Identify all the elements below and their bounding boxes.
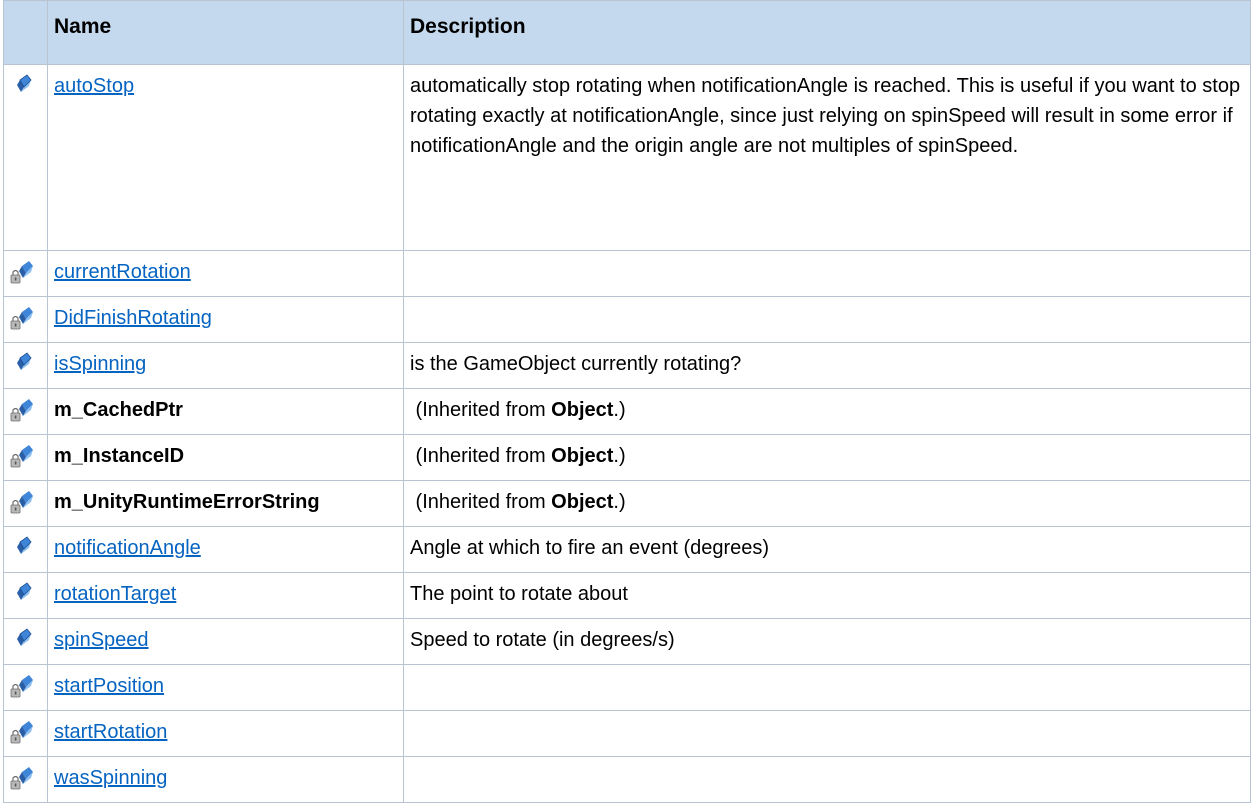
table-row: currentRotation bbox=[3, 250, 1251, 297]
public-field-icon bbox=[8, 533, 44, 563]
members-table: Name Description autoStop automatically s… bbox=[3, 0, 1251, 803]
description-text: The point to rotate about bbox=[410, 583, 628, 605]
inherited-from-class: Object bbox=[551, 399, 614, 421]
description-cell: is the GameObject currently rotating? bbox=[403, 342, 1251, 389]
icon-cell bbox=[3, 250, 48, 297]
name-cell: spinSpeed bbox=[47, 618, 404, 665]
inherited-suffix: .) bbox=[613, 491, 626, 513]
icon-cell bbox=[3, 342, 48, 389]
inherited-suffix: .) bbox=[613, 445, 626, 467]
table-row: startPosition bbox=[3, 664, 1251, 711]
description-cell bbox=[403, 756, 1251, 803]
name-cell: m_CachedPtr bbox=[47, 388, 404, 435]
name-cell: currentRotation bbox=[47, 250, 404, 297]
public-field-icon bbox=[8, 71, 44, 101]
table-row: autoStop automatically stop rotating when… bbox=[3, 64, 1251, 251]
description-text: is the GameObject currently rotating? bbox=[410, 353, 742, 375]
member-link-spinSpeed[interactable]: spinSpeed bbox=[54, 629, 149, 651]
description-cell: (Inherited from Object.) bbox=[403, 480, 1251, 527]
inherited-from-class: Object bbox=[551, 445, 614, 467]
member-link-isSpinning[interactable]: isSpinning bbox=[54, 353, 146, 375]
description-cell bbox=[403, 296, 1251, 343]
name-cell: DidFinishRotating bbox=[47, 296, 404, 343]
icon-cell bbox=[3, 526, 48, 573]
icon-cell bbox=[3, 756, 48, 803]
description-cell: Speed to rotate (in degrees/s) bbox=[403, 618, 1251, 665]
table-row: spinSpeed Speed to rotate (in degrees/s) bbox=[3, 618, 1251, 665]
icon-cell bbox=[3, 296, 48, 343]
table-row: rotationTarget The point to rotate about bbox=[3, 572, 1251, 619]
table-row: m_InstanceID (Inherited from Object.) bbox=[3, 434, 1251, 481]
member-name-m_InstanceID: m_InstanceID bbox=[54, 445, 185, 467]
protected-field-icon bbox=[8, 395, 44, 425]
description-cell bbox=[403, 710, 1251, 757]
member-name-m_UnityRuntimeErrorString: m_UnityRuntimeErrorString bbox=[54, 491, 320, 513]
public-field-icon bbox=[8, 579, 44, 609]
public-field-icon bbox=[8, 625, 44, 655]
protected-field-icon bbox=[8, 717, 44, 747]
name-cell: isSpinning bbox=[47, 342, 404, 389]
description-column-header: Description bbox=[403, 0, 1251, 65]
name-cell: autoStop bbox=[47, 64, 404, 251]
icon-cell bbox=[3, 64, 48, 251]
inherited-prefix: (Inherited from bbox=[410, 491, 552, 513]
description-cell bbox=[403, 664, 1251, 711]
member-name-m_CachedPtr: m_CachedPtr bbox=[54, 399, 183, 421]
icon-column-header bbox=[3, 0, 48, 65]
name-cell: notificationAngle bbox=[47, 526, 404, 573]
member-link-DidFinishRotating[interactable]: DidFinishRotating bbox=[54, 307, 212, 329]
description-cell bbox=[403, 250, 1251, 297]
member-link-startPosition[interactable]: startPosition bbox=[54, 675, 164, 697]
protected-field-icon bbox=[8, 671, 44, 701]
name-cell: rotationTarget bbox=[47, 572, 404, 619]
table-row: startRotation bbox=[3, 710, 1251, 757]
member-link-wasSpinning[interactable]: wasSpinning bbox=[54, 767, 167, 789]
icon-cell bbox=[3, 710, 48, 757]
table-row: wasSpinning bbox=[3, 756, 1251, 803]
name-column-header: Name bbox=[47, 0, 404, 65]
name-cell: startRotation bbox=[47, 710, 404, 757]
public-field-icon bbox=[8, 349, 44, 379]
protected-field-icon bbox=[8, 257, 44, 287]
table-row: m_UnityRuntimeErrorString (Inherited fro… bbox=[3, 480, 1251, 527]
icon-cell bbox=[3, 434, 48, 481]
inherited-prefix: (Inherited from bbox=[410, 445, 552, 467]
member-link-autoStop[interactable]: autoStop bbox=[54, 75, 134, 97]
description-cell: (Inherited from Object.) bbox=[403, 434, 1251, 481]
protected-field-icon bbox=[8, 487, 44, 517]
table-header-row: Name Description bbox=[3, 0, 1251, 65]
icon-cell bbox=[3, 572, 48, 619]
name-cell: m_InstanceID bbox=[47, 434, 404, 481]
icon-cell bbox=[3, 480, 48, 527]
member-link-currentRotation[interactable]: currentRotation bbox=[54, 261, 191, 283]
icon-cell bbox=[3, 618, 48, 665]
protected-field-icon bbox=[8, 303, 44, 333]
name-cell: wasSpinning bbox=[47, 756, 404, 803]
description-text: Angle at which to fire an event (degrees… bbox=[410, 537, 770, 559]
member-link-startRotation[interactable]: startRotation bbox=[54, 721, 167, 743]
protected-field-icon bbox=[8, 763, 44, 793]
name-cell: m_UnityRuntimeErrorString bbox=[47, 480, 404, 527]
description-text: automatically stop rotating when notific… bbox=[410, 75, 1241, 157]
name-cell: startPosition bbox=[47, 664, 404, 711]
table-row: DidFinishRotating bbox=[3, 296, 1251, 343]
description-text: Speed to rotate (in degrees/s) bbox=[410, 629, 675, 651]
table-row: m_CachedPtr (Inherited from Object.) bbox=[3, 388, 1251, 435]
inherited-prefix: (Inherited from bbox=[410, 399, 552, 421]
icon-cell bbox=[3, 388, 48, 435]
member-link-notificationAngle[interactable]: notificationAngle bbox=[54, 537, 201, 559]
table-body: autoStop automatically stop rotating when… bbox=[3, 64, 1251, 803]
inherited-from-class: Object bbox=[551, 491, 614, 513]
description-cell: (Inherited from Object.) bbox=[403, 388, 1251, 435]
icon-cell bbox=[3, 664, 48, 711]
table-row: isSpinning is the GameObject currently ro… bbox=[3, 342, 1251, 389]
description-cell: Angle at which to fire an event (degrees… bbox=[403, 526, 1251, 573]
protected-field-icon bbox=[8, 441, 44, 471]
members-table-container: Name Description autoStop automatically s… bbox=[0, 0, 1253, 803]
table-row: notificationAngle Angle at which to fire … bbox=[3, 526, 1251, 573]
description-cell: The point to rotate about bbox=[403, 572, 1251, 619]
member-link-rotationTarget[interactable]: rotationTarget bbox=[54, 583, 176, 605]
inherited-suffix: .) bbox=[613, 399, 626, 421]
description-cell: automatically stop rotating when notific… bbox=[403, 64, 1251, 251]
